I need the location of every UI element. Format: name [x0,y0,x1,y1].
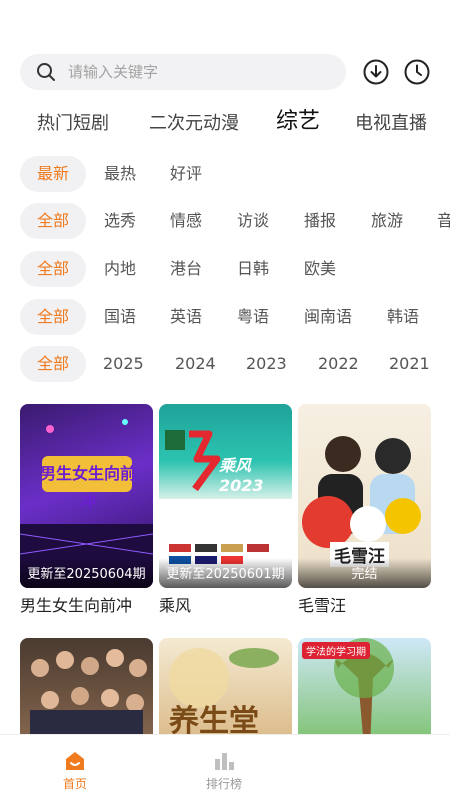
filter-language-english[interactable]: 英语 [170,299,202,335]
filter-language-cantonese[interactable]: 粤语 [237,299,269,335]
poster-title-text: 男生女生向前冲 [39,464,136,511]
nav-home[interactable]: 首页 [35,735,115,798]
nav-ranking[interactable]: 排行榜 [184,735,264,798]
filter-language-all[interactable]: 全部 [20,299,86,335]
show-card[interactable]: 学法的学习期 [298,638,431,748]
filter-year-all[interactable]: 全部 [20,346,86,382]
filter-year-2021[interactable]: 2021 [389,346,430,382]
poster-art [30,649,147,748]
filter-sort-hottest[interactable]: 最热 [104,156,136,192]
show-poster: 男生女生向前冲 更新至20250604期 [20,404,153,588]
home-icon [66,752,84,770]
search-bar[interactable] [20,54,346,90]
update-status: 更新至20250601期 [159,558,292,588]
tab-hot-shorts[interactable]: 热门短剧 [37,106,109,142]
filter-sort-newest[interactable]: 最新 [20,156,86,192]
show-title: 男生女生向前冲 [20,596,133,615]
poster-title-text: 学法的学习期 [302,642,370,659]
show-poster: 乘风2023 更新至20250601期 [159,404,292,588]
tab-tv-live[interactable]: 电视直播 [355,106,427,142]
show-card[interactable]: 男生女生向前冲 更新至20250604期 男生女生向前冲 [20,404,153,616]
show-card[interactable] [20,638,153,748]
filter-genre-travel[interactable]: 旅游 [371,203,403,239]
filter-region-mainland[interactable]: 内地 [104,251,136,287]
filter-genre-music[interactable]: 音 [437,203,450,239]
filter-sort-top-rated[interactable]: 好评 [170,156,202,192]
region-filter-row: 全部 内地 港台 日韩 欧美 [0,251,450,287]
ranking-icon [215,753,234,770]
filter-region-all[interactable]: 全部 [20,251,86,287]
filter-region-hk-tw[interactable]: 港台 [170,251,202,287]
show-poster: 学法的学习期 [298,638,431,748]
show-card[interactable]: 毛雪汪 完结 毛雪汪 [298,404,431,616]
filter-genre-news[interactable]: 播报 [304,203,336,239]
update-status: 完结 [298,558,431,588]
tab-anime[interactable]: 二次元动漫 [149,106,239,142]
poster-title-text: 乘风2023 [219,456,264,495]
filter-region-jp-kr[interactable]: 日韩 [237,251,269,287]
bottom-navigation: 首页 排行榜 [0,734,450,798]
show-card[interactable]: 乘风2023 更新至20250601期 乘风 [159,404,292,616]
filter-year-2024[interactable]: 2024 [175,346,216,382]
filter-language-mandarin[interactable]: 国语 [104,299,136,335]
status-bar [0,0,450,48]
show-poster [20,638,153,748]
sort-filter-row: 最新 最热 好评 [0,156,450,192]
search-icon [37,63,55,81]
filter-region-west[interactable]: 欧美 [304,251,336,287]
show-title: 乘风 [159,596,192,615]
filter-year-2022[interactable]: 2022 [318,346,359,382]
filter-genre-romance[interactable]: 情感 [170,203,202,239]
history-clock-icon[interactable] [403,58,431,86]
search-input[interactable] [66,62,310,82]
nav-ranking-label: 排行榜 [205,777,242,791]
year-filter-row: 全部 2025 2024 2023 2022 2021 [0,346,450,382]
download-icon[interactable] [362,58,390,86]
category-tabs: 热门短剧 二次元动漫 综艺 电视直播 [0,106,450,142]
update-status: 更新至20250604期 [20,558,153,588]
filter-genre-all[interactable]: 全部 [20,203,86,239]
show-poster: 养生堂 [159,638,292,748]
genre-filter-row: 全部 选秀 情感 访谈 播报 旅游 音 [0,203,450,239]
show-poster: 毛雪汪 完结 [298,404,431,588]
filter-genre-interview[interactable]: 访谈 [237,203,269,239]
show-card[interactable]: 养生堂 [159,638,292,748]
filter-genre-talent[interactable]: 选秀 [104,203,136,239]
filter-language-minnan[interactable]: 闽南语 [304,299,352,335]
filter-year-2023[interactable]: 2023 [246,346,287,382]
tab-variety[interactable]: 综艺 [276,106,320,140]
language-filter-row: 全部 国语 英语 粤语 闽南语 韩语 [0,299,450,335]
filter-year-2025[interactable]: 2025 [103,346,144,382]
filter-language-korean[interactable]: 韩语 [387,299,419,335]
nav-home-label: 首页 [62,777,87,791]
show-title: 毛雪汪 [298,596,347,615]
